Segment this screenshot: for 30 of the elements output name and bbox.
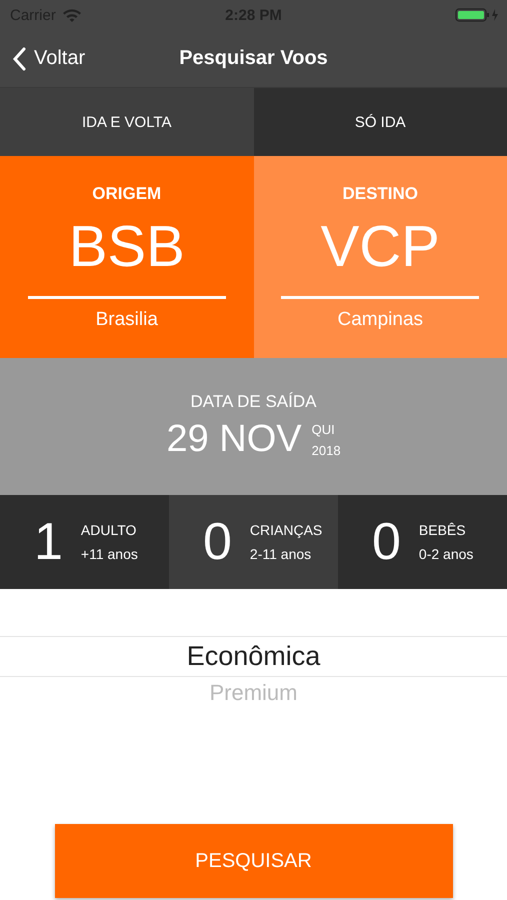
passenger-count: 0 xyxy=(372,512,401,572)
age-range: 0-2 anos xyxy=(418,546,474,562)
passenger-counter[interactable]: 1 ADULTO +11 anos xyxy=(0,495,169,589)
passenger-type: CRIANÇAS xyxy=(250,522,322,538)
wifi-icon xyxy=(62,8,82,22)
departure-date: 29 NOV xyxy=(166,418,302,461)
year: 2018 xyxy=(312,442,341,458)
passenger-type: ADULTO xyxy=(80,522,138,538)
chevron-left-icon xyxy=(12,46,26,70)
airport-code: BSB xyxy=(68,213,185,281)
trip-type-tab[interactable]: SÓ IDA xyxy=(254,88,507,156)
date-label: DATA DE SAÍDA xyxy=(190,392,316,412)
screen-title: Pesquisar Voos xyxy=(178,47,329,70)
airport-label: ORIGEM xyxy=(92,184,162,204)
city-name: Brasilia xyxy=(96,309,158,331)
passenger-counter[interactable]: 0 BEBÊS 0-2 anos xyxy=(338,495,507,589)
weekday: QUI xyxy=(312,422,336,436)
age-range: 2-11 anos xyxy=(250,546,312,562)
passenger-type: BEBÊS xyxy=(418,522,467,538)
trip-type-tab[interactable]: IDA E VOLTA xyxy=(0,88,254,156)
passenger-count: 0 xyxy=(203,512,232,572)
cabin-option[interactable]: Econômica xyxy=(0,636,507,677)
age-range: +11 anos xyxy=(80,546,138,562)
city-name: Campinas xyxy=(337,309,424,331)
airport-code: VCP xyxy=(320,213,440,281)
passenger-counter[interactable]: 0 CRIANÇAS 2-11 anos xyxy=(169,495,338,589)
airport-label: DESTINO xyxy=(342,184,418,204)
passenger-count: 1 xyxy=(34,512,63,572)
battery-icon xyxy=(455,7,499,23)
back-button[interactable]: Voltar xyxy=(0,46,86,70)
